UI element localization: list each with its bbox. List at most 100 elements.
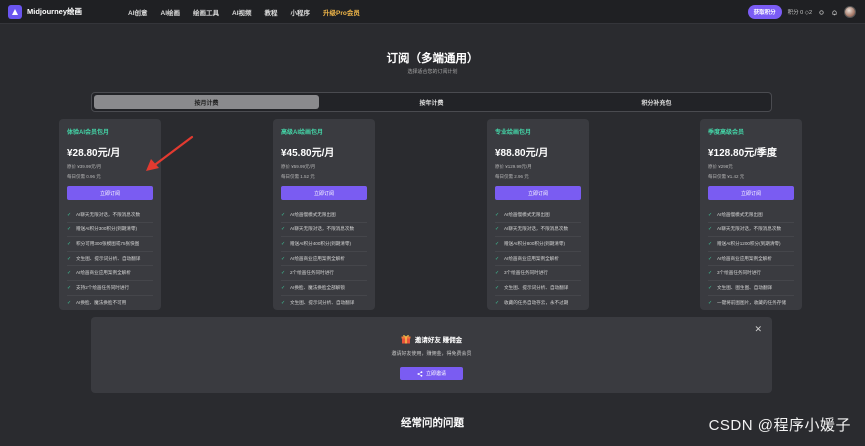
logo-icon: [8, 4, 22, 19]
share-icon: [417, 370, 423, 377]
plan-card: 季度高级会员 ¥128.80元/季度 原价 ¥298元 每日仅需 ¥1.42 元…: [700, 119, 802, 310]
check-icon: ✓: [281, 255, 286, 262]
feature-item: ✓ AI绘画商业应用案例全解析: [708, 252, 794, 267]
feature-item: ✓ 收藏的任务自动存云，永不过期: [495, 299, 569, 306]
feature-item: ✓ 积分可用300张模图或75张快图: [67, 237, 153, 252]
main-nav: AI创意 AI绘画 绘画工具 AI视频 教程 小程序 升级Pro会员: [128, 7, 373, 17]
plan-name: 季度高级会员: [708, 130, 745, 136]
subscribe-button[interactable]: 立即订阅: [67, 186, 153, 200]
nav-ai-creative[interactable]: AI创意: [128, 7, 148, 17]
logo[interactable]: Midjourney绘画: [8, 4, 83, 19]
top-navbar: Midjourney绘画 AI创意 AI绘画 绘画工具 AI视频 教程 小程序 …: [0, 0, 865, 24]
subscribe-button[interactable]: 立即订阅: [281, 186, 367, 200]
points-display[interactable]: 积分 0 ◇2: [788, 8, 812, 16]
check-icon: ✓: [495, 211, 500, 218]
feature-item: ✓ AI绘画慢模式无限出图: [495, 208, 581, 223]
nav-ai-video[interactable]: AI视频: [232, 7, 252, 17]
invite-title: 邀请好友 赚佣金: [91, 334, 772, 344]
check-icon: ✓: [67, 211, 72, 218]
plan-original-price: 原价 ¥298元: [708, 164, 733, 169]
plan-original-price: 原价 ¥59.99元/月: [281, 164, 316, 169]
feature-item: ✓ 文生图、图生图、自动翻译: [708, 281, 794, 296]
feature-item: ✓ AI聊天无限对话，不限消息次数: [708, 223, 794, 238]
feature-item: ✓ AI聊天无限对话，不限消息次数: [495, 223, 581, 238]
check-icon: ✓: [281, 240, 286, 247]
check-icon: ✓: [281, 284, 286, 291]
check-icon: ✓: [495, 270, 500, 277]
feature-item: ✓ 3个绘画任务同时进行: [708, 266, 794, 281]
tab-credit-pack[interactable]: 积分补充包: [544, 95, 769, 109]
billing-tabs: 按月计费 按年计费 积分补充包: [91, 92, 772, 112]
check-icon: ✓: [67, 255, 72, 262]
page-title: 订阅（多端通用）: [386, 53, 479, 65]
feature-item: ✓ 赠送AI积分1200积分(到期清零): [708, 237, 794, 252]
check-icon: ✓: [708, 270, 713, 277]
check-icon: ✓: [708, 284, 713, 291]
nav-painting-tools[interactable]: 绘画工具: [193, 7, 219, 17]
feature-list: ✓ AI绘画慢模式无限出图 ✓ AI聊天无限对话，不限消息次数 ✓ 赠送AI积分800…: [495, 208, 581, 310]
nav-upgrade-pro[interactable]: 升级Pro会员: [323, 7, 360, 17]
sun-icon[interactable]: [818, 9, 825, 16]
feature-item: ✓ 赠送AI积分300积分(到期清零): [67, 223, 153, 238]
subscribe-button[interactable]: 立即订阅: [495, 186, 581, 200]
check-icon: ✓: [495, 240, 500, 247]
plan-price: ¥45.80元/月: [281, 148, 335, 159]
feature-item: ✓ AI绘画商业应用案例全解析: [281, 252, 367, 267]
invite-title-text: 邀请好友 赚佣金: [414, 337, 463, 344]
feature-item: ✓ 文生图、提示词分析、自动翻译: [495, 281, 581, 296]
get-credits-button[interactable]: 获取积分: [747, 5, 782, 19]
nav-mini-program[interactable]: 小程序: [291, 7, 311, 17]
feature-item: ✓ AI绘画商业应用案例全解析: [67, 266, 153, 281]
header-actions: 获取积分 积分 0 ◇2: [747, 5, 856, 19]
nav-ai-painting[interactable]: AI绘画: [161, 7, 181, 17]
feature-item: ✓ AI绘画慢模式无限出图: [708, 208, 794, 223]
nav-tutorial[interactable]: 教程: [265, 7, 278, 17]
feature-item: ✓ AI聊天无限对话，不限消息次数: [281, 223, 367, 238]
check-icon: ✓: [67, 284, 72, 291]
check-icon: ✓: [708, 211, 713, 218]
feature-item: ✓ AI绘画商业应用案例全解析: [495, 252, 581, 267]
plan-original-price: 原价 ¥129.99元/月: [495, 164, 532, 169]
invite-description: 邀请好友使用，赚佣金，得免费会员: [391, 351, 472, 357]
invite-button-label: 立即邀请: [425, 371, 446, 377]
feature-item: ✓ 2个绘画任务同时进行: [281, 266, 367, 281]
check-icon: ✓: [495, 299, 500, 306]
check-icon: ✓: [708, 255, 713, 262]
logo-text: Midjourney绘画: [27, 7, 83, 16]
bell-icon[interactable]: [831, 9, 838, 16]
check-icon: ✓: [281, 211, 286, 218]
check-icon: ✓: [708, 226, 713, 233]
check-icon: ✓: [67, 240, 72, 247]
plan-name: 高级AI绘画包月: [281, 130, 324, 136]
feature-item: ✓ 赠送AI积分800积分(到期清零): [495, 237, 581, 252]
invite-button[interactable]: 立即邀请: [400, 367, 463, 380]
watermark: CSDN @程序小媛子: [708, 417, 851, 434]
check-icon: ✓: [495, 284, 500, 291]
feature-list: ✓ AI绘画慢模式无限出图 ✓ AI聊天无限对话，不限消息次数 ✓ 赠送AI积分400…: [281, 208, 367, 310]
feature-item: ✓ 赠送AI积分400积分(到期清零): [281, 237, 367, 252]
check-icon: ✓: [281, 226, 286, 233]
plan-card: 高级AI绘画包月 ¥45.80元/月 原价 ¥59.99元/月 每日仅需 1.5…: [273, 119, 375, 310]
plan-price: ¥128.80元/季度: [708, 148, 777, 159]
subscribe-button[interactable]: 立即订阅: [708, 186, 794, 200]
feature-item: ✓ AI换脸、魔法换脸全部解锁: [281, 281, 367, 296]
plan-price: ¥88.80元/月: [495, 148, 549, 159]
check-icon: ✓: [495, 226, 500, 233]
feature-item: ✓ AI聊天无限对话，不限消息次数: [67, 208, 153, 223]
check-icon: ✓: [495, 255, 500, 262]
annotation-arrow-icon: [146, 135, 194, 171]
page-subtitle: 选择适合您的订阅计划: [407, 69, 458, 75]
check-icon: ✓: [67, 299, 72, 306]
check-icon: ✓: [708, 240, 713, 247]
feature-list: ✓ AI聊天无限对话，不限消息次数 ✓ 赠送AI积分300积分(到期清零) ✓ 积分可…: [67, 208, 153, 310]
feature-item: ✓ 文生图、提示词分析、自动翻译: [67, 252, 153, 267]
tab-monthly[interactable]: 按月计费: [94, 95, 319, 109]
feature-item: ✓ 支持2个绘画任务同时进行: [67, 281, 153, 296]
tab-yearly[interactable]: 按年计费: [319, 95, 544, 109]
check-icon: ✓: [281, 299, 286, 306]
invite-banner: ✕ 邀请好友 赚佣金 邀请好友使用，赚佣金，得免费会员 立即邀请: [91, 317, 772, 393]
feature-item: ✓ AI换脸、魔法换脸不可用: [67, 299, 127, 306]
feature-item: ✓ 文生图、提示词分析、自动翻译: [281, 299, 355, 306]
plan-name: 专业绘画包月: [495, 130, 532, 136]
avatar[interactable]: [844, 6, 856, 18]
